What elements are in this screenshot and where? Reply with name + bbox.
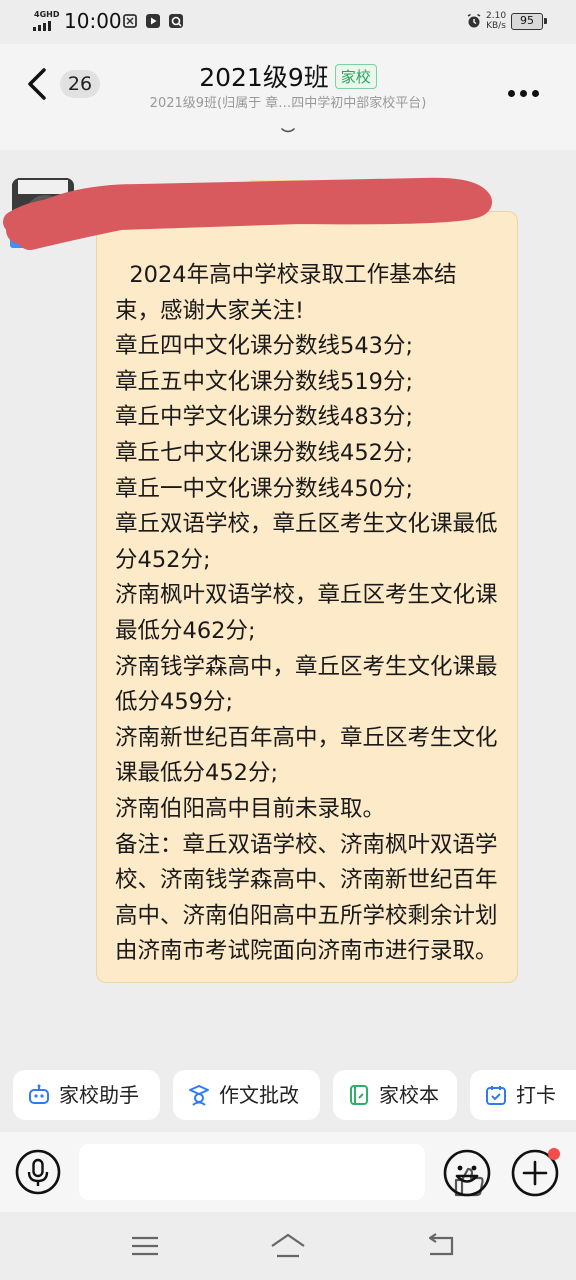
message-line: 备注：章丘双语学校、济南枫叶双语学校、济南钱学森高中、济南新世纪百年高中、济南伯… xyxy=(115,831,498,965)
notification-dot xyxy=(548,1148,560,1160)
group-type-tag: 家校 xyxy=(334,63,377,89)
status-bar: 4GHD 10:00 2.10 KB/s 95 xyxy=(0,0,576,44)
message-line: 济南伯阳高中目前未录取。 xyxy=(115,795,386,822)
title-row: 2021级9班 家校 xyxy=(0,58,576,94)
graduate-icon xyxy=(189,1085,209,1106)
network-speed: 2.10 KB/s xyxy=(486,11,506,31)
input-bar xyxy=(0,1132,576,1212)
message-line: 章丘七中文化课分数线452分; xyxy=(115,439,414,466)
expand-chevron-icon[interactable] xyxy=(281,127,295,135)
message-bubble[interactable]: 2024年高中学校录取工作基本结束，感谢大家关注! 章丘四中文化课分数线543分… xyxy=(96,211,518,983)
sim-icon xyxy=(123,14,137,28)
message-line: 章丘双语学校，章丘区考生文化课最低分452分; xyxy=(115,511,498,573)
menu-icon[interactable] xyxy=(129,1232,161,1260)
browser-icon xyxy=(169,14,183,28)
message-line: 济南新世纪百年高中，章丘区考生文化课最低分452分; xyxy=(115,724,498,787)
message-line: 章丘中学文化课分数线483分; xyxy=(115,404,414,431)
quick-action-notebook[interactable]: 家校本 xyxy=(333,1070,457,1120)
more-menu-icon[interactable] xyxy=(508,82,548,97)
message-line: 章丘五中文化课分数线519分; xyxy=(115,368,414,395)
quick-action-essay[interactable]: 作文批改 xyxy=(173,1070,320,1120)
signal-icon xyxy=(33,21,51,31)
calendar-check-icon xyxy=(486,1086,506,1105)
quick-action-assistant[interactable]: 家校助手 xyxy=(13,1070,160,1120)
message-line: 济南钱学森高中，章丘区考生文化课最低分459分; xyxy=(115,653,498,716)
page-title: 2021级9班 xyxy=(199,63,329,92)
quick-action-checkin[interactable]: 打卡 xyxy=(470,1070,576,1120)
speed-value: 2.10 xyxy=(486,11,507,21)
message-input[interactable] xyxy=(79,1144,484,1200)
emoji-icon[interactable] xyxy=(442,1148,492,1198)
microphone-icon[interactable] xyxy=(14,1148,62,1196)
quick-action-label: 家校助手 xyxy=(59,1083,139,1107)
clock: 10:00 xyxy=(64,9,122,33)
notebook-icon xyxy=(350,1085,368,1105)
alarm-icon xyxy=(467,13,481,28)
quick-action-label: 打卡 xyxy=(516,1083,556,1107)
message-line: 章丘一中文化课分数线450分; xyxy=(115,475,414,502)
group-subtitle: 2021级9班(归属于 章…四中学初中部家校平台) xyxy=(149,96,427,111)
battery-indicator: 95 xyxy=(511,13,547,30)
robot-icon xyxy=(29,1084,49,1104)
back-nav-icon[interactable] xyxy=(424,1232,456,1260)
home-icon[interactable] xyxy=(270,1232,306,1260)
quick-actions-bar: 家校助手 作文批改 家校本 打卡 xyxy=(0,1070,576,1120)
message-line: 2024年高中学校录取工作基本结束，感谢大家关注! xyxy=(115,262,457,324)
message-line: 济南枫叶双语学校，章丘区考生文化课最低分462分; xyxy=(115,582,498,644)
chat-area[interactable]: …史(物理老师) 2024年高中学校录取工作基本结束，感谢大家关注! 章丘四中文… xyxy=(0,150,576,1060)
chat-header: 26 2021级9班 家校 2021级9班(归属于 章…四中学初中部家校平台) xyxy=(0,44,576,150)
system-nav-bar xyxy=(0,1212,576,1280)
media-icon xyxy=(146,14,160,28)
message-line: 章丘四中文化课分数线543分; xyxy=(115,333,414,360)
quick-action-label: 作文批改 xyxy=(219,1083,299,1107)
speed-unit: KB/s xyxy=(486,21,506,31)
quick-action-label: 家校本 xyxy=(379,1083,439,1107)
redaction-scribble xyxy=(3,177,492,250)
